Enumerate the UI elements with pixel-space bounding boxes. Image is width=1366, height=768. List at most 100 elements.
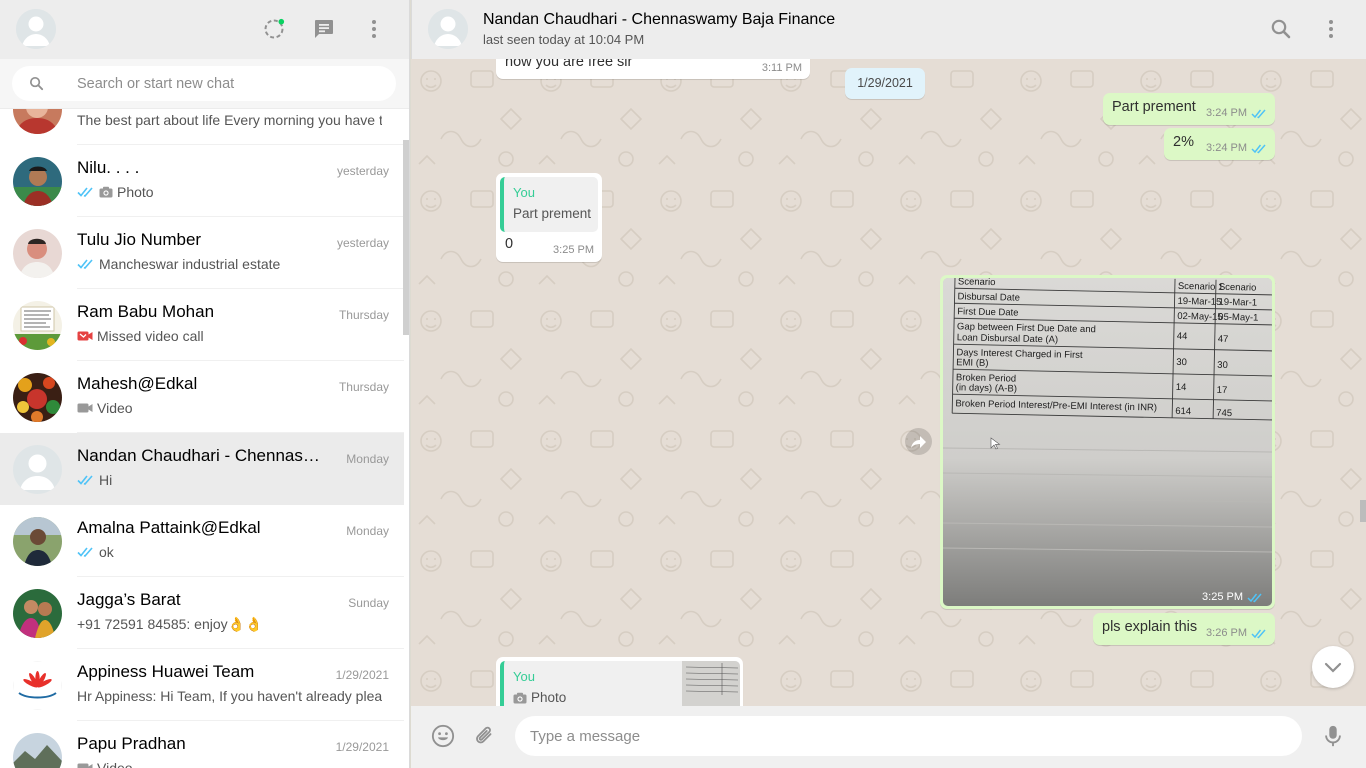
chat-last-message: The best part about life Every morning y…	[77, 112, 382, 128]
my-profile-avatar[interactable]	[16, 9, 56, 49]
contact-last-seen: last seen today at 10:04 PM	[483, 32, 645, 47]
loan-schedule-image[interactable]: Scenario Scenario 1 Scenario Disbursal D…	[943, 278, 1272, 606]
menu-icon[interactable]	[362, 17, 386, 41]
outgoing-message[interactable]: pls explain this 3:26 PM	[1093, 613, 1275, 645]
chat-list-item[interactable]: Jagga’s Barat Sunday +91 72591 84585: en…	[0, 577, 404, 649]
table-cell: 30	[1217, 360, 1228, 371]
chat-time: Thursday	[338, 308, 389, 322]
last-message-text: Hi	[99, 472, 113, 488]
contact-avatar	[13, 661, 62, 710]
chat-list-item[interactable]: Tulu Jio Number yesterday Mancheswar ind…	[0, 217, 404, 289]
table-cell: 745	[1216, 408, 1232, 419]
contact-avatar	[13, 445, 62, 494]
emoji-icon[interactable]	[431, 724, 457, 750]
double-tick-icon	[77, 547, 93, 557]
search-icon[interactable]	[1269, 17, 1293, 41]
camera-icon	[513, 692, 527, 703]
message-box[interactable]	[515, 716, 1302, 756]
table-cell: 14	[1176, 382, 1187, 393]
chat-list-item-active[interactable]: Nandan Chaudhari - Chennaswamy Baja Fina…	[0, 433, 404, 505]
chat-time: Sunday	[348, 596, 389, 610]
double-tick-icon	[77, 187, 93, 197]
contact-avatar	[13, 733, 62, 768]
contact-name[interactable]: Nandan Chaudhari - Chennaswamy Baja Fina…	[483, 11, 835, 29]
chat-name: Ram Babu Mohan	[77, 302, 215, 321]
chat-list-item[interactable]: The best part about life Every morning y…	[0, 109, 404, 145]
chat-list-item[interactable]: Nilu. . . . yesterday Photo	[0, 145, 404, 217]
contact-avatar	[13, 373, 62, 422]
chat-list-scrollbar[interactable]	[403, 140, 409, 335]
chat-name: Papu Pradhan	[77, 734, 186, 753]
contact-avatar	[13, 109, 62, 134]
table-cell: 17	[1217, 385, 1228, 396]
chat-last-message: Video	[77, 760, 382, 768]
video-icon	[77, 763, 93, 768]
chat-last-message: Photo	[77, 184, 382, 200]
video-icon	[77, 403, 93, 413]
chat-time: Monday	[346, 452, 389, 466]
contact-avatar	[13, 301, 62, 350]
chat-time: Thursday	[338, 380, 389, 394]
double-tick-icon	[1247, 593, 1262, 602]
chat-name: Mahesh@Edkal	[77, 374, 198, 393]
quoted-author: You	[513, 185, 535, 200]
incoming-message[interactable]: how you are free sir 3:11 PM	[496, 59, 810, 79]
incoming-reply-message[interactable]: You Part prement 0 3:25 PM	[496, 173, 602, 262]
chat-list-item[interactable]: Ram Babu Mohan Thursday Missed video cal…	[0, 289, 404, 361]
chat-last-message: ok	[77, 544, 382, 560]
chat-time: Monday	[346, 524, 389, 538]
message-area-scrollbar[interactable]	[1360, 500, 1366, 522]
last-message-text: +91 72591 84585: enjoy👌👌	[77, 616, 263, 632]
search-box[interactable]	[12, 66, 396, 101]
outgoing-message[interactable]: 2% 3:24 PM	[1164, 128, 1275, 160]
quoted-message[interactable]: You Photo	[500, 661, 740, 706]
message-time: 3:11 PM	[762, 62, 802, 74]
quoted-text-wrap: Photo	[513, 690, 566, 705]
table-cell: 30	[1176, 357, 1187, 368]
contact-avatar[interactable]	[428, 9, 468, 49]
message-meta: 3:26 PM	[1206, 627, 1267, 639]
chat-last-message: Missed video call	[77, 328, 382, 344]
contact-avatar	[13, 517, 62, 566]
chat-last-message: +91 72591 84585: enjoy👌👌	[77, 616, 382, 633]
double-tick-icon	[77, 475, 93, 485]
chat-name: Nilu. . . .	[77, 158, 140, 177]
status-icon[interactable]	[262, 17, 286, 41]
contact-avatar	[13, 157, 62, 206]
last-message-text: Video	[97, 400, 133, 416]
camera-icon	[99, 186, 113, 198]
chat-list-item[interactable]: Appiness Huawei Team 1/29/2021 Hr Appine…	[0, 649, 404, 721]
chat-name: Nandan Chaudhari - Chennaswamy Baja Fina…	[77, 446, 322, 465]
new-chat-icon[interactable]	[312, 17, 336, 41]
chat-time: 1/29/2021	[335, 740, 389, 754]
message-meta: 3:24 PM	[1206, 142, 1267, 154]
table-cell: Scenario	[958, 278, 996, 288]
forward-button[interactable]	[905, 428, 932, 455]
chat-list-item[interactable]: Amalna Pattaink@Edkal Monday ok	[0, 505, 404, 577]
chat-list-item[interactable]: Papu Pradhan 1/29/2021 Video	[0, 721, 404, 768]
message-composer	[411, 706, 1366, 768]
quoted-message[interactable]: You Part prement	[500, 177, 598, 232]
double-tick-icon	[1251, 109, 1266, 118]
search-bar	[0, 59, 409, 109]
message-area[interactable]: how you are free sir 3:11 PM 1/29/2021 P…	[411, 59, 1366, 706]
chat-list-pane: The best part about life Every morning y…	[0, 0, 410, 768]
scroll-to-bottom-button[interactable]	[1312, 646, 1354, 688]
outgoing-message[interactable]: Part prement 3:24 PM	[1103, 93, 1275, 125]
last-message-text: ok	[99, 544, 114, 560]
message-time-text: 3:25 PM	[553, 244, 594, 256]
chat-time: yesterday	[336, 164, 389, 178]
menu-icon[interactable]	[1319, 17, 1343, 41]
search-input[interactable]	[77, 66, 387, 101]
mic-icon[interactable]	[1321, 724, 1347, 750]
incoming-reply-message[interactable]: You Photo	[496, 657, 743, 706]
chat-name: Tulu Jio Number	[77, 230, 202, 249]
outgoing-image-message[interactable]: Scenario Scenario 1 Scenario Disbursal D…	[940, 275, 1275, 609]
chat-list-item[interactable]: Mahesh@Edkal Thursday Video	[0, 361, 404, 433]
chat-name: Appiness Huawei Team	[77, 662, 255, 681]
chat-last-message: Video	[77, 400, 382, 416]
message-input[interactable]	[530, 716, 1290, 756]
table-cell: 19-Mar-15	[1177, 296, 1221, 308]
quoted-text: Photo	[531, 690, 567, 705]
attach-icon[interactable]	[473, 724, 499, 750]
